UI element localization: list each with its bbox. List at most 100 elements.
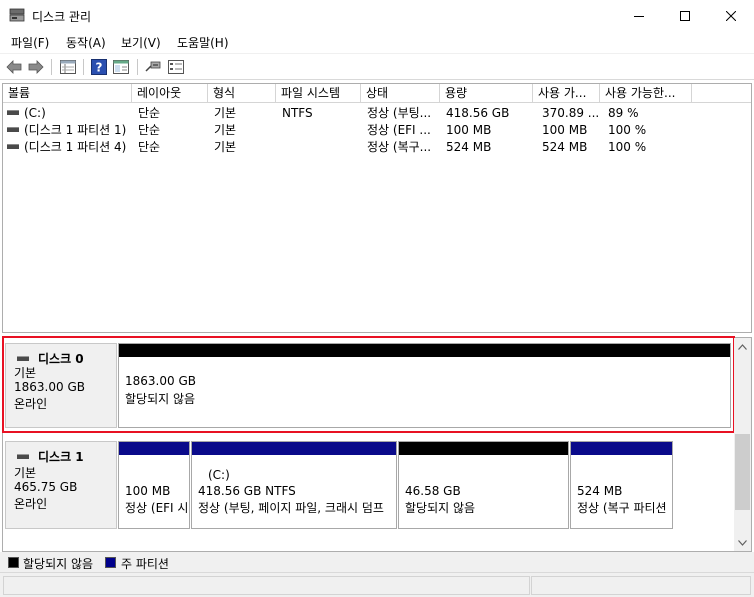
volume-capacity: 100 MB: [446, 123, 492, 137]
column-header-volume[interactable]: 볼륨: [3, 84, 132, 103]
volume-type: 기본: [214, 123, 237, 137]
volume-name: (C:): [24, 106, 46, 120]
properties-button[interactable]: [167, 58, 185, 76]
partition-status: 정상 (EFI 시: [125, 501, 187, 515]
partition-color-bar: [399, 442, 568, 455]
menu-action[interactable]: 동작(A): [66, 34, 106, 51]
partition-status: 정상 (복구 파티션: [577, 501, 667, 515]
maximize-button[interactable]: [662, 0, 708, 31]
disk-label[interactable]: 디스크 0 기본 1863.00 GB 온라인: [5, 343, 117, 428]
volume-row[interactable]: (C:) 단순 기본 NTFS 정상 (부팅... 418.56 GB 370.…: [3, 105, 751, 122]
partition-c-drive[interactable]: (C:) 418.56 GB NTFS 정상 (부팅, 페이지 파일, 크래시 …: [191, 441, 397, 529]
window-title: 디스크 관리: [32, 10, 92, 24]
volume-list-header: 볼륨 레이아웃 형식 파일 시스템 상태 용량 사용 가... 사용 가능한..…: [3, 84, 751, 103]
volume-type: 기본: [214, 140, 237, 154]
volume-icon: [7, 110, 19, 115]
status-bar-segment: [531, 576, 751, 595]
partition-recovery[interactable]: 524 MB 정상 (복구 파티션: [570, 441, 673, 529]
minimize-icon: [634, 15, 644, 17]
partition-status: 정상 (부팅, 페이지 파일, 크래시 덤프: [198, 501, 384, 515]
toolbar: ?: [0, 53, 754, 80]
menu-view[interactable]: 보기(V): [121, 34, 161, 51]
volume-percent-free: 100 %: [608, 123, 647, 137]
maximize-icon: [680, 10, 690, 21]
properties-icon: [168, 60, 184, 74]
chevron-up-icon: [738, 343, 747, 350]
partition-size: 418.56 GB NTFS: [198, 484, 296, 498]
partition-unallocated[interactable]: 46.58 GB 할당되지 않음: [398, 441, 569, 529]
status-bar-segment: [3, 576, 530, 595]
volume-status: 정상 (복구...: [367, 140, 432, 154]
graphical-view-scrollbar[interactable]: [734, 338, 751, 551]
disk-status: 온라인: [14, 497, 48, 511]
scroll-thumb[interactable]: [735, 434, 750, 510]
chevron-down-icon: [738, 539, 747, 546]
back-button[interactable]: [5, 58, 23, 76]
partition-size: 46.58 GB: [405, 484, 461, 498]
disk-drive-icon: [17, 454, 29, 459]
close-button[interactable]: [708, 0, 754, 31]
disk-row[interactable]: 디스크 0 기본 1863.00 GB 온라인 1863.00 GB 할당되지 …: [3, 338, 736, 434]
volume-list-button[interactable]: [59, 58, 77, 76]
volume-row[interactable]: (디스크 1 파티션 4) 단순 기본 정상 (복구... 524 MB 524…: [3, 139, 751, 156]
volume-status: 정상 (EFI ...: [367, 123, 431, 137]
title-bar: 디스크 관리: [0, 0, 754, 31]
volume-percent-free: 100 %: [608, 140, 647, 154]
partition-color-bar: [119, 442, 189, 455]
column-header-percent-free[interactable]: 사용 가능한...: [600, 84, 692, 103]
partition-drive-letter: (C:): [208, 468, 230, 482]
column-header-free-space[interactable]: 사용 가...: [533, 84, 600, 103]
volume-capacity: 418.56 GB: [446, 106, 510, 120]
menu-help[interactable]: 도움말(H): [177, 34, 229, 51]
partition-color-bar: [119, 344, 730, 357]
forward-button[interactable]: [27, 58, 45, 76]
connect-button[interactable]: [144, 58, 162, 76]
volume-layout: 단순: [138, 106, 161, 120]
help-button[interactable]: ?: [90, 58, 108, 76]
partition-unallocated[interactable]: 1863.00 GB 할당되지 않음: [118, 343, 731, 428]
toolbar-separator: [83, 59, 84, 75]
volume-list: 볼륨 레이아웃 형식 파일 시스템 상태 용량 사용 가... 사용 가능한..…: [2, 83, 752, 333]
disk-type: 기본: [14, 466, 37, 480]
partition-color-bar: [192, 442, 396, 455]
partition-status: 할당되지 않음: [125, 392, 196, 406]
menu-file[interactable]: 파일(F): [11, 34, 49, 51]
disk-row[interactable]: 디스크 1 기본 465.75 GB 온라인 100 MB 정상 (EFI 시 …: [3, 436, 736, 532]
console-tree-button[interactable]: [112, 58, 130, 76]
volume-icon: [7, 127, 19, 132]
volume-layout: 단순: [138, 140, 161, 154]
disk-size: 465.75 GB: [14, 480, 78, 494]
minimize-button[interactable]: [616, 0, 662, 31]
forward-arrow-icon: [28, 60, 44, 74]
volume-filesystem: NTFS: [282, 106, 313, 120]
column-header-filesystem[interactable]: 파일 시스템: [276, 84, 361, 103]
column-header-layout[interactable]: 레이아웃: [132, 84, 208, 103]
scroll-down-button[interactable]: [734, 534, 751, 551]
partition-size: 100 MB: [125, 484, 171, 498]
volume-icon: [7, 144, 19, 149]
column-header-status[interactable]: 상태: [361, 84, 440, 103]
disk-drive-icon: [17, 356, 29, 361]
disk-graphical-view: 디스크 0 기본 1863.00 GB 온라인 1863.00 GB 할당되지 …: [2, 337, 752, 552]
partition-efi[interactable]: 100 MB 정상 (EFI 시: [118, 441, 190, 529]
column-header-type[interactable]: 형식: [208, 84, 276, 103]
close-icon: [726, 10, 736, 21]
disk-size: 1863.00 GB: [14, 380, 85, 394]
volume-list-icon: [60, 60, 76, 74]
legend: 할당되지 않음 주 파티션: [0, 552, 754, 572]
column-header-capacity[interactable]: 용량: [440, 84, 533, 103]
disk-label[interactable]: 디스크 1 기본 465.75 GB 온라인: [5, 441, 117, 529]
back-arrow-icon: [6, 60, 22, 74]
volume-free-space: 524 MB: [542, 140, 588, 154]
partition-size: 1863.00 GB: [125, 374, 196, 388]
volume-row[interactable]: (디스크 1 파티션 1) 단순 기본 정상 (EFI ... 100 MB 1…: [3, 122, 751, 139]
legend-label-primary: 주 파티션: [121, 557, 169, 571]
legend-swatch-unallocated: [8, 557, 19, 568]
menu-bar: 파일(F) 동작(A) 보기(V) 도움말(H): [0, 31, 754, 53]
volume-status: 정상 (부팅...: [367, 106, 432, 120]
partition-status: 할당되지 않음: [405, 501, 476, 515]
volume-filesystem: [278, 122, 361, 139]
toolbar-separator: [51, 59, 52, 75]
scroll-up-button[interactable]: [734, 338, 751, 355]
volume-capacity: 524 MB: [446, 140, 492, 154]
